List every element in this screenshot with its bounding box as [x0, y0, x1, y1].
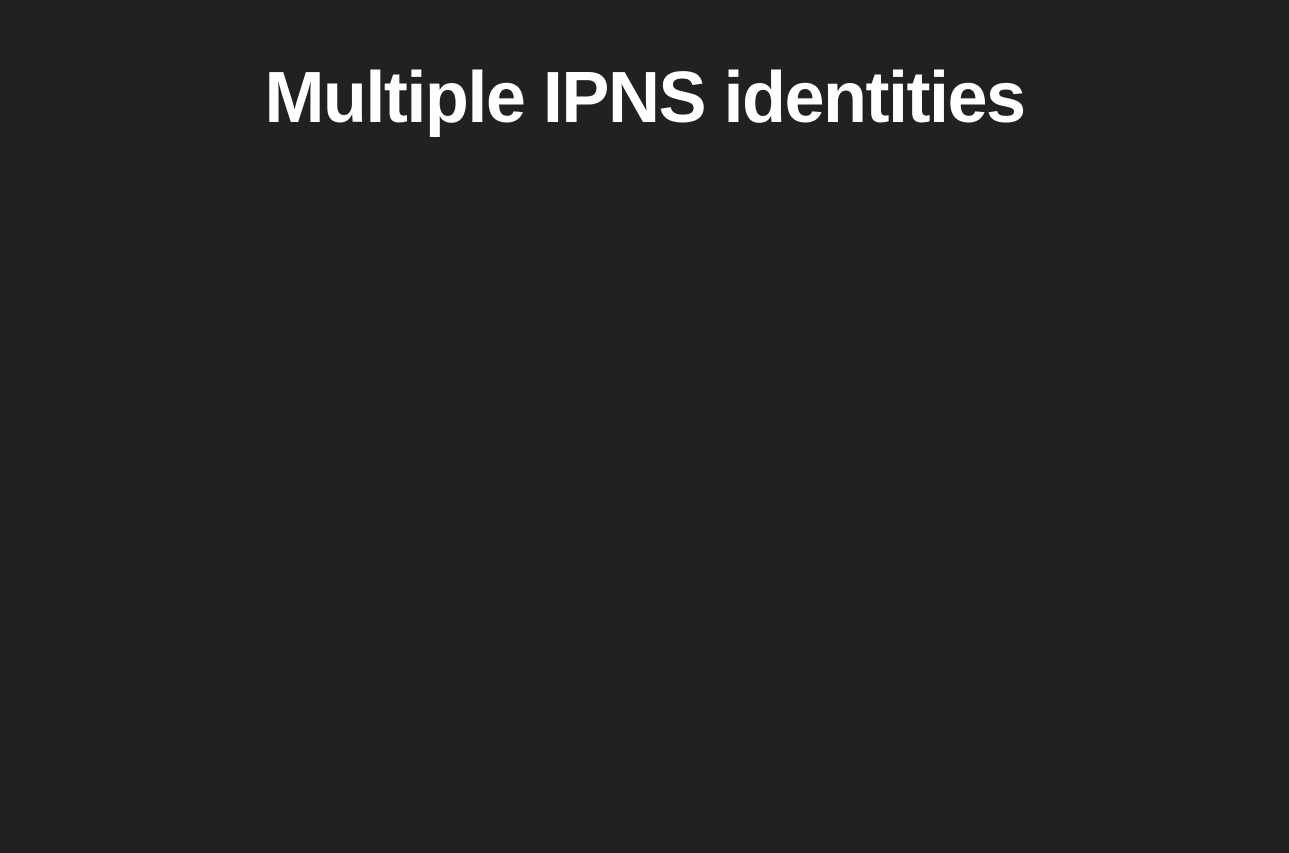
slide: Multiple IPNS identities [0, 0, 1289, 853]
slide-title: Multiple IPNS identities [264, 58, 1026, 138]
